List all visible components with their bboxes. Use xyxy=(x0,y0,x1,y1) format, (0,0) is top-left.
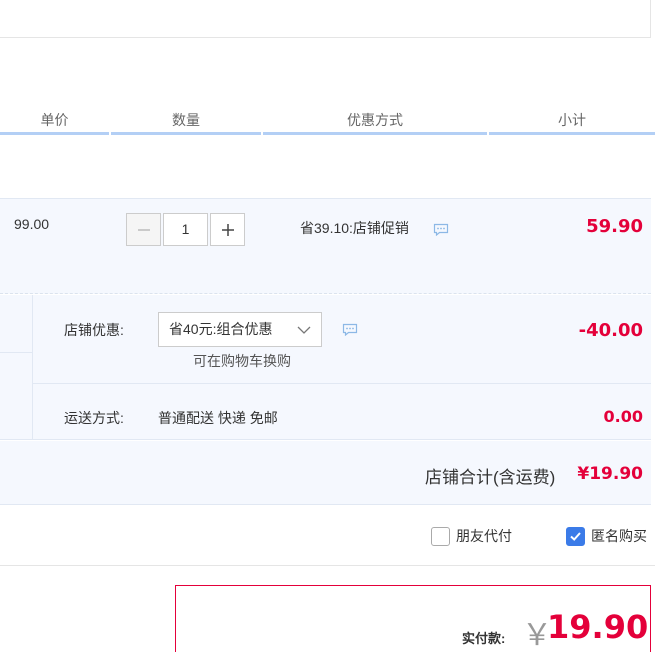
payment-label: 实付款: xyxy=(462,631,506,646)
chevron-down-icon xyxy=(297,326,311,334)
shop-summary: 店铺优惠: 省40元:组合优惠 可在购物车换购 -40.00 运送方式: 普通配… xyxy=(0,295,651,440)
shipping-amount: 0.00 xyxy=(603,407,643,426)
shop-discount-select[interactable]: 省40元:组合优惠 xyxy=(158,312,322,347)
shop-discount-label: 店铺优惠: xyxy=(64,322,124,338)
shop-total-amount: ¥19.90 xyxy=(577,464,643,484)
item-subtotal: 59.90 xyxy=(586,216,643,237)
chat-bubble-icon[interactable] xyxy=(433,223,449,236)
anonymous-label: 匿名购买 xyxy=(591,528,647,544)
shop-total-label: 店铺合计(含运费) xyxy=(425,468,556,487)
plus-icon xyxy=(221,223,234,236)
order-options: 朋友代付 匿名购买 xyxy=(0,506,655,566)
shipping-method: 普通配送 快递 免邮 xyxy=(158,410,278,426)
increase-quantity-button[interactable] xyxy=(210,213,245,246)
order-item-row: 99.00 1 省39.10:店铺促销 59.90 xyxy=(0,198,651,294)
quantity-input[interactable]: 1 xyxy=(163,213,208,246)
shop-discount-note: 可在购物车换购 xyxy=(193,353,291,369)
payment-summary: 实付款: ￥ 19.90 xyxy=(175,585,651,652)
chat-bubble-icon[interactable] xyxy=(342,323,358,336)
friend-pay-checkbox[interactable] xyxy=(431,526,450,546)
shop-discount-value: 省40元:组合优惠 xyxy=(169,321,273,337)
checkmark-icon xyxy=(570,531,581,541)
friend-pay-option[interactable]: 朋友代付 xyxy=(431,526,512,546)
payment-amount: 19.90 xyxy=(547,608,649,646)
item-promo-text: 省39.10:店铺促销 xyxy=(300,220,409,236)
decrease-quantity-button[interactable] xyxy=(126,213,161,246)
minus-icon xyxy=(137,228,150,231)
friend-pay-label: 朋友代付 xyxy=(456,528,512,544)
column-promo: 优惠方式 xyxy=(263,110,487,135)
top-panel xyxy=(0,0,651,38)
quantity-stepper: 1 xyxy=(126,213,245,246)
unit-price: 99.00 xyxy=(14,216,50,232)
shipping-label: 运送方式: xyxy=(64,410,124,426)
column-subtotal: 小计 xyxy=(489,110,655,135)
column-quantity: 数量 xyxy=(111,110,261,135)
divider xyxy=(33,383,651,384)
column-price: 单价 xyxy=(0,110,109,135)
shop-total-row: 店铺合计(含运费) ¥19.90 xyxy=(0,441,651,505)
column-header: 单价 数量 优惠方式 小计 xyxy=(0,110,655,135)
shop-left-strip xyxy=(0,295,33,440)
shop-discount-amount: -40.00 xyxy=(578,320,643,341)
anonymous-checkbox[interactable] xyxy=(566,526,585,546)
anonymous-option[interactable]: 匿名购买 xyxy=(566,526,647,546)
